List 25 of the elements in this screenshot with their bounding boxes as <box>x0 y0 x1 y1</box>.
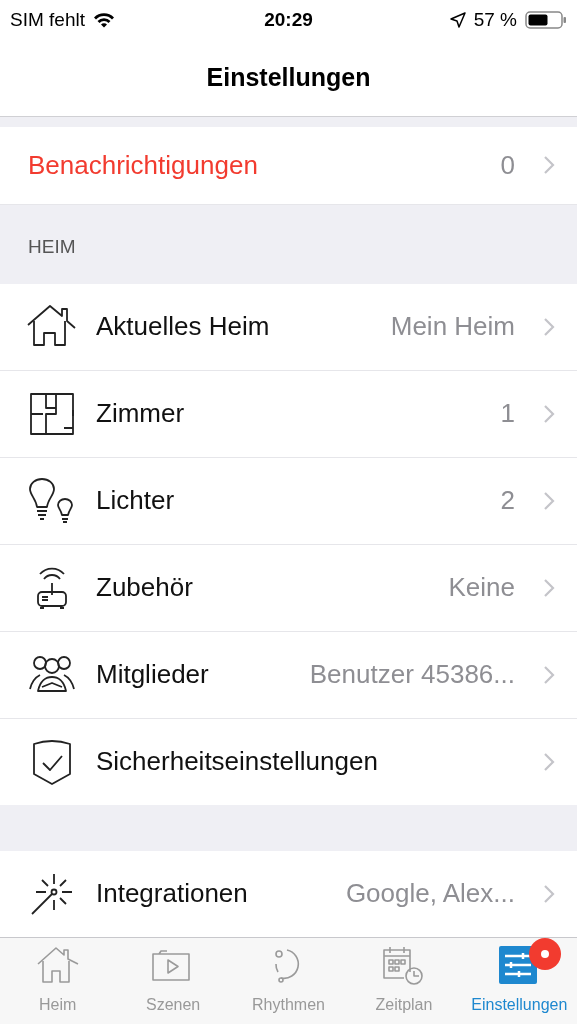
location-arrow-icon <box>449 11 466 28</box>
tab-bar-item[interactable]: Einstellungen <box>461 937 577 1024</box>
settings-row[interactable]: Aktuelles Heim Mein Heim <box>0 283 577 371</box>
settings-row[interactable]: Lichter 2 <box>0 457 577 545</box>
settings-row[interactable]: Sicherheitseinstellungen <box>0 718 577 805</box>
carrier-label: SIM fehlt <box>10 8 85 31</box>
chevron-icon <box>543 155 555 176</box>
clock: 20:29 <box>264 8 313 31</box>
settings-row[interactable]: Zimmer 1 <box>0 370 577 458</box>
chevron-icon <box>543 316 555 337</box>
settings-row[interactable]: Zubehör Keine <box>0 544 577 632</box>
settings-row[interactable]: Integrationen Google, Alex... <box>0 850 577 937</box>
section-header: HEIM <box>28 236 76 259</box>
chevron-icon <box>543 490 555 511</box>
chevron-icon <box>543 403 555 424</box>
battery-icon <box>525 9 567 30</box>
battery-percentage: 57 % <box>473 8 517 31</box>
notifications-row[interactable]: Benachrichtigungen 0 <box>0 126 577 206</box>
settings-row[interactable]: Mitglieder Benutzer 45386... <box>0 631 577 719</box>
chevron-icon <box>543 883 555 904</box>
chevron-icon <box>543 664 555 685</box>
chevron-icon <box>543 577 555 598</box>
wifi-icon <box>93 11 115 28</box>
chevron-icon <box>543 751 555 772</box>
screen-title: Einstellungen <box>206 63 371 92</box>
